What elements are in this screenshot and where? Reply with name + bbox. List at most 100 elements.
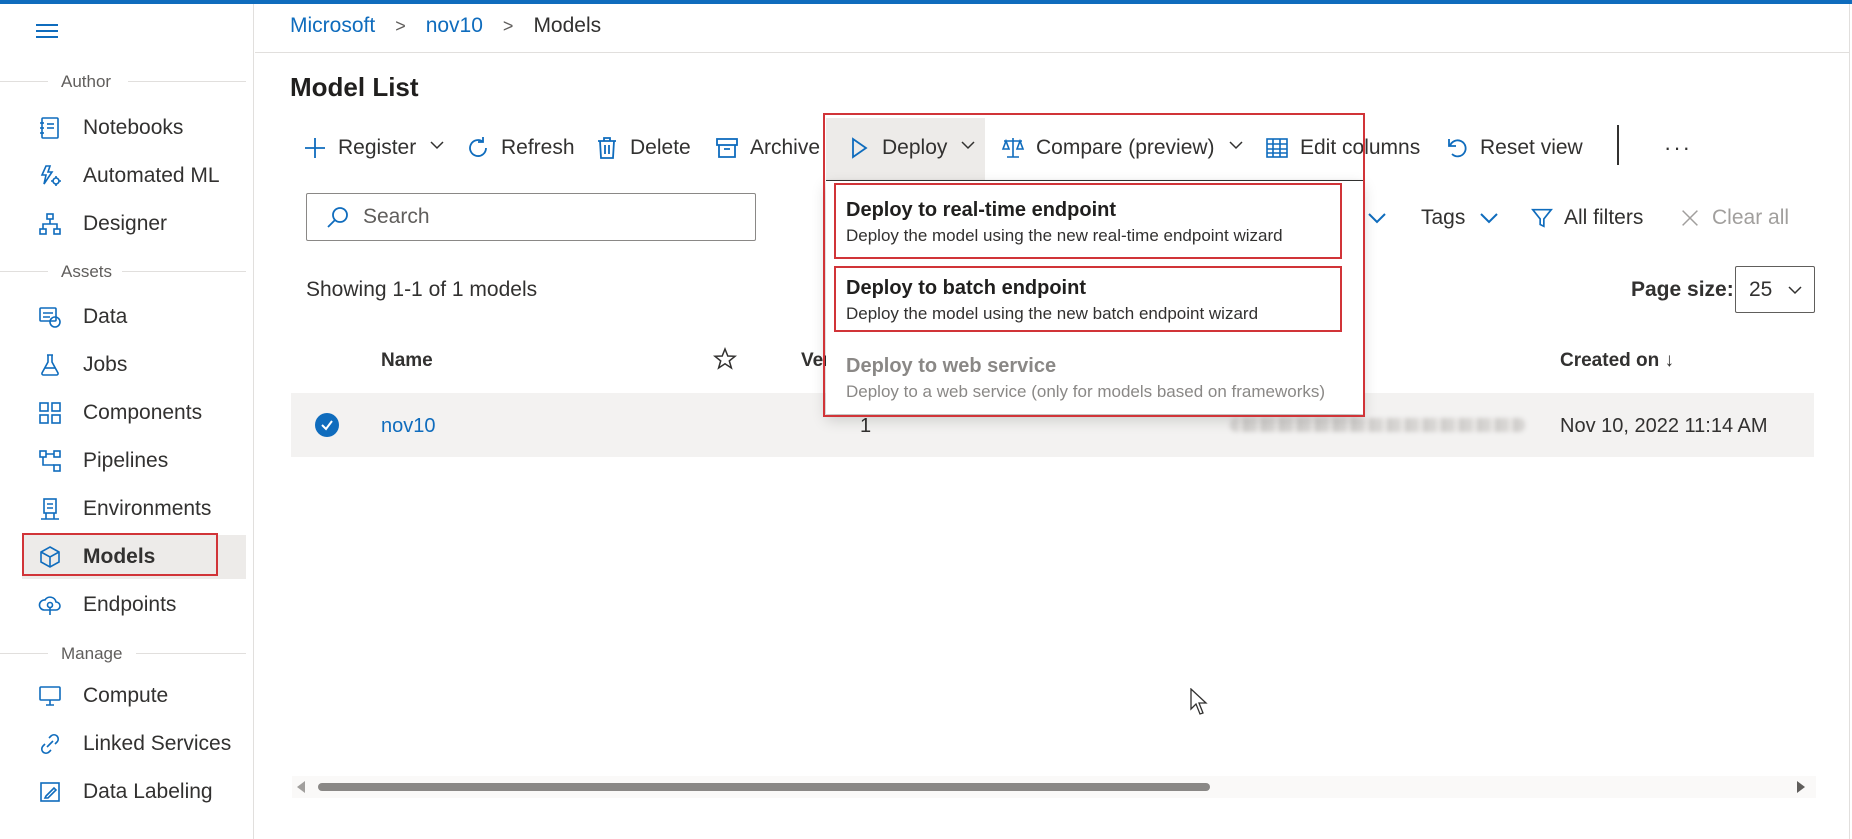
sidebar-item-label: Compute [83, 684, 169, 707]
chevron-down-icon [428, 136, 446, 160]
sidebar-item-label: Environments [83, 497, 212, 520]
pipelines-icon [34, 447, 66, 475]
notebook-icon [34, 114, 66, 142]
sidebar-item-label: Data Labeling [83, 780, 213, 803]
section-assets: Assets [0, 260, 246, 282]
window-right-border [1849, 4, 1850, 839]
section-label: Author [61, 72, 112, 91]
clear-all-button[interactable]: Clear all [1678, 196, 1789, 240]
sidebar-item-models[interactable]: Models [22, 535, 246, 579]
blurred-id [1230, 418, 1525, 432]
sidebar-item-label: Components [83, 401, 203, 424]
sidebar-item-label: Notebooks [83, 116, 184, 139]
funnel-icon [1531, 208, 1553, 228]
hamburger-menu-icon[interactable] [36, 18, 62, 44]
page-size-select[interactable]: 25 [1735, 266, 1815, 313]
page-title: Model List [290, 72, 419, 102]
column-header-created-on[interactable]: Created on ↓ [1560, 350, 1674, 372]
results-count: Showing 1-1 of 1 models [306, 278, 538, 301]
archive-button[interactable]: Archive [714, 126, 820, 170]
plus-icon [305, 138, 325, 158]
sidebar-item-environments[interactable]: Environments [22, 487, 246, 531]
search-box[interactable] [306, 193, 756, 241]
menu-item-description: Deploy the model using the new batch end… [846, 304, 1259, 323]
model-created-on: Nov 10, 2022 11:14 AM [1560, 415, 1768, 437]
menu-item-deploy-batch[interactable]: Deploy to batch endpoint Deploy the mode… [826, 261, 1363, 339]
sidebar-item-data[interactable]: Data [22, 295, 246, 339]
scrollbar-thumb[interactable] [318, 783, 1210, 791]
menu-item-description: Deploy to a web service (only for models… [846, 382, 1326, 401]
edit-columns-button[interactable]: Edit columns [1264, 126, 1420, 170]
column-header-name[interactable]: Name [381, 350, 433, 372]
tags-filter-button[interactable]: Tags [1421, 196, 1501, 240]
menu-item-description: Deploy the model using the new real-time… [846, 226, 1283, 245]
sidebar-item-jobs[interactable]: Jobs [22, 343, 246, 387]
filter-chevron[interactable] [1365, 196, 1389, 240]
deploy-dropdown-menu: Deploy to real-time endpoint Deploy the … [826, 180, 1363, 414]
compare-label: Compare (preview) [1036, 136, 1215, 159]
sidebar-item-components[interactable]: Components [22, 391, 246, 435]
scroll-right-icon[interactable] [1797, 781, 1805, 793]
reset-view-button[interactable]: Reset view [1444, 126, 1583, 170]
sidebar-item-notebooks[interactable]: Notebooks [22, 106, 246, 150]
table-columns-icon [1266, 138, 1288, 158]
all-filters-label: All filters [1564, 206, 1644, 229]
deploy-label: Deploy [882, 136, 948, 159]
sidebar-item-linked-services[interactable]: Linked Services [22, 722, 246, 766]
section-manage: Manage [0, 642, 246, 664]
chevron-down-icon [1227, 136, 1245, 160]
search-icon [327, 207, 348, 228]
search-input[interactable] [363, 205, 743, 229]
scale-icon [1001, 138, 1025, 158]
star-icon[interactable] [712, 346, 738, 372]
sidebar-item-label: Jobs [83, 353, 128, 376]
refresh-icon [469, 137, 487, 157]
checkmark-icon [321, 420, 333, 431]
top-accent-bar [0, 0, 1852, 4]
sidebar-item-data-labeling[interactable]: Data Labeling [22, 770, 246, 814]
flask-icon [34, 351, 66, 379]
compare-button[interactable]: Compare (preview) [1000, 126, 1245, 170]
menu-item-title: Deploy to real-time endpoint [846, 199, 1117, 221]
sidebar-item-compute[interactable]: Compute [22, 674, 246, 718]
designer-icon [34, 210, 66, 238]
left-navigation: Author Notebooks Automated ML Designer A… [0, 4, 254, 839]
edit-icon [34, 778, 66, 806]
sidebar-item-label: Models [83, 545, 156, 568]
chevron-down-icon [1480, 213, 1499, 224]
section-author: Author [0, 70, 246, 92]
sidebar-item-endpoints[interactable]: Endpoints [22, 583, 246, 627]
row-checkbox[interactable] [315, 413, 339, 437]
delete-button[interactable]: Delete [594, 126, 691, 170]
chevron-right-icon: > [502, 15, 514, 36]
breadcrumb: Microsoft > nov10 > Models [290, 14, 601, 38]
register-button[interactable]: Register [302, 126, 446, 170]
more-options-button[interactable]: ··· [1664, 126, 1692, 170]
close-icon [1682, 210, 1698, 226]
sidebar-item-label: Designer [83, 212, 168, 235]
breadcrumb-microsoft[interactable]: Microsoft [290, 14, 375, 38]
more-icon: ··· [1664, 135, 1692, 160]
menu-item-deploy-realtime[interactable]: Deploy to real-time endpoint Deploy the … [826, 183, 1363, 261]
cube-icon [34, 543, 66, 571]
edit-columns-label: Edit columns [1300, 136, 1421, 159]
sidebar-item-label: Data [83, 305, 128, 328]
deploy-button[interactable]: Deploy [846, 126, 977, 170]
sidebar-item-label: Linked Services [83, 732, 232, 755]
all-filters-button[interactable]: All filters [1530, 196, 1643, 240]
breadcrumb-workspace[interactable]: nov10 [426, 14, 483, 38]
chevron-down-icon [1788, 286, 1802, 295]
sidebar-item-pipelines[interactable]: Pipelines [22, 439, 246, 483]
undo-icon [1448, 139, 1467, 158]
scroll-left-icon[interactable] [297, 781, 305, 793]
section-label: Assets [61, 262, 113, 281]
delete-label: Delete [630, 136, 691, 159]
model-name-link[interactable]: nov10 [381, 415, 436, 438]
refresh-button[interactable]: Refresh [465, 126, 575, 170]
sidebar-item-designer[interactable]: Designer [22, 202, 246, 246]
chevron-down-icon [959, 136, 977, 160]
sidebar-item-automated-ml[interactable]: Automated ML [22, 154, 246, 198]
menu-item-title: Deploy to batch endpoint [846, 277, 1086, 299]
reset-view-label: Reset view [1480, 136, 1583, 159]
play-icon [852, 137, 868, 159]
